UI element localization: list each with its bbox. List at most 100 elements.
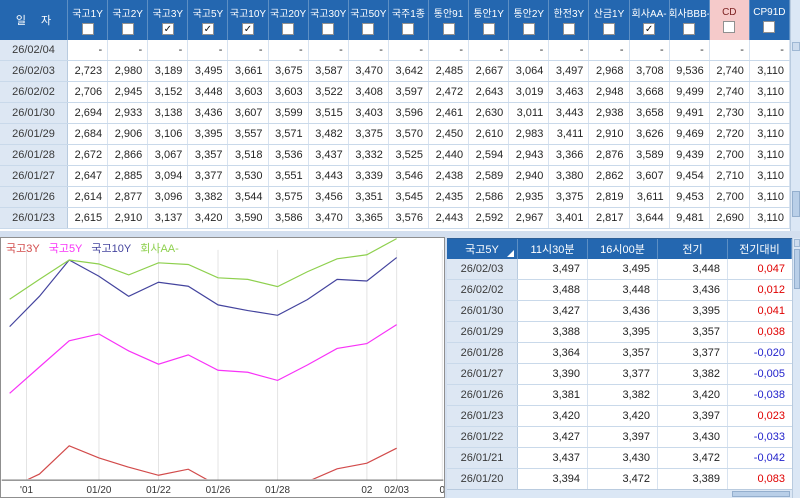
- right-table-vertical-scrollbar[interactable]: [792, 238, 800, 498]
- column-header-국고2Y[interactable]: 국고2Y: [108, 0, 148, 40]
- column-header-prev[interactable]: 전기: [658, 239, 728, 259]
- column-header-CP91D[interactable]: CP91D: [750, 0, 790, 40]
- checkbox-unchecked-icon[interactable]: [723, 21, 735, 33]
- value-cell-1600: 3,495: [588, 259, 658, 279]
- date-cell: 26/02/02: [0, 82, 68, 102]
- value-cell-1130: 3,364: [518, 343, 588, 363]
- checkbox-unchecked-icon[interactable]: [763, 21, 775, 33]
- column-header-1600[interactable]: 16시00분: [588, 239, 658, 259]
- right-table-horizontal-scrollbar[interactable]: [447, 489, 792, 498]
- value-cell: 3,644: [630, 208, 670, 228]
- value-cell: 2,968: [589, 61, 629, 81]
- column-label: 국고10Y: [230, 5, 266, 20]
- column-header-통안91[interactable]: 통안91: [429, 0, 469, 40]
- column-header-국고20Y[interactable]: 국고20Y: [269, 0, 309, 40]
- checkbox-unchecked-icon[interactable]: [82, 23, 94, 35]
- left-table-scrollbar[interactable]: [790, 0, 800, 231]
- column-header-1130[interactable]: 11시30분: [518, 239, 588, 259]
- column-header-국고1Y[interactable]: 국고1Y: [68, 0, 108, 40]
- value-cell: 3,571: [269, 124, 309, 144]
- date-cell: 26/01/30: [0, 103, 68, 123]
- series-line-국고3Y: [10, 446, 397, 497]
- value-cell: 2,877: [108, 187, 148, 207]
- checkbox-unchecked-icon[interactable]: [282, 23, 294, 35]
- checkbox-unchecked-icon[interactable]: [563, 23, 575, 35]
- column-header-국고5Y[interactable]: 국고5Y✓: [188, 0, 228, 40]
- scroll-up-icon[interactable]: [792, 42, 800, 51]
- checkbox-unchecked-icon[interactable]: [683, 23, 695, 35]
- checkbox-checked-icon[interactable]: ✓: [202, 23, 214, 35]
- scrollbar-thumb[interactable]: [794, 249, 800, 289]
- checkbox-unchecked-icon[interactable]: [523, 23, 535, 35]
- value-cell-prev: 3,377: [658, 343, 728, 363]
- value-cell: -: [429, 40, 469, 60]
- value-cell-prev: 3,382: [658, 364, 728, 384]
- yield-line-chart: 국고3Y 국고5Y 국고10Y 회사AA- '0101/2001/2201/26…: [0, 237, 445, 498]
- value-cell: 2,614: [68, 187, 108, 207]
- checkbox-unchecked-icon[interactable]: [402, 23, 414, 35]
- value-cell: -: [269, 40, 309, 60]
- value-cell: 3,570: [389, 124, 429, 144]
- scroll-up-icon[interactable]: [794, 239, 800, 247]
- table-row: 26/01/213,4373,4303,472-0,042: [447, 448, 792, 469]
- value-cell: -: [589, 40, 629, 60]
- date-column-header[interactable]: 일 자: [0, 0, 68, 40]
- value-cell: -: [750, 40, 790, 60]
- column-header-회사AA-[interactable]: 회사AA-✓: [630, 0, 670, 40]
- checkbox-unchecked-icon[interactable]: [122, 23, 134, 35]
- checkbox-checked-icon[interactable]: ✓: [242, 23, 254, 35]
- value-cell: 3,642: [389, 61, 429, 81]
- value-cell-1130: 3,420: [518, 406, 588, 426]
- scrollbar-thumb[interactable]: [792, 191, 800, 217]
- checkbox-unchecked-icon[interactable]: [443, 23, 455, 35]
- table-row: 26/01/223,4273,3973,430-0,033: [447, 427, 792, 448]
- checkbox-unchecked-icon[interactable]: [603, 23, 615, 35]
- change-cell: 0,012: [728, 280, 792, 300]
- value-cell: 3,411: [549, 124, 589, 144]
- column-header-CD[interactable]: CD: [710, 0, 750, 40]
- x-axis-tick-label: 01/20: [87, 485, 112, 496]
- column-header-통안1Y[interactable]: 통안1Y: [469, 0, 509, 40]
- value-cell: 3,366: [549, 145, 589, 165]
- value-cell: 3,546: [389, 166, 429, 186]
- value-cell: 3,626: [630, 124, 670, 144]
- table-row: 26/01/302,6942,9333,1383,4363,6073,5993,…: [0, 103, 790, 124]
- checkbox-checked-icon[interactable]: ✓: [643, 23, 655, 35]
- x-axis-tick-label: 01/22: [146, 485, 171, 496]
- date-cell: 26/01/23: [0, 208, 68, 228]
- column-label: 국고50Y: [350, 5, 386, 20]
- column-header-국주1종[interactable]: 국주1종: [389, 0, 429, 40]
- checkbox-unchecked-icon[interactable]: [483, 23, 495, 35]
- table-row: 26/01/263,3813,3823,420-0,038: [447, 385, 792, 406]
- column-header-국고30Y[interactable]: 국고30Y: [309, 0, 349, 40]
- column-header-국고50Y[interactable]: 국고50Y: [349, 0, 389, 40]
- sort-indicator-icon: [507, 250, 514, 257]
- column-header-통안2Y[interactable]: 통안2Y: [509, 0, 549, 40]
- value-cell: 2,643: [469, 82, 509, 102]
- value-cell: 2,730: [710, 103, 750, 123]
- checkbox-unchecked-icon[interactable]: [322, 23, 334, 35]
- column-header-change[interactable]: 전기대비: [728, 239, 792, 259]
- value-cell: 9,454: [670, 166, 710, 186]
- value-cell: 3,067: [148, 145, 188, 165]
- column-header-산금1Y[interactable]: 산금1Y: [589, 0, 629, 40]
- value-cell: 3,708: [630, 61, 670, 81]
- column-header-국고3Y[interactable]: 국고3Y✓: [148, 0, 188, 40]
- scrollbar-thumb[interactable]: [732, 491, 790, 497]
- value-cell: 2,700: [710, 145, 750, 165]
- value-cell: 9,481: [670, 208, 710, 228]
- value-cell: 2,945: [108, 82, 148, 102]
- checkbox-unchecked-icon[interactable]: [362, 23, 374, 35]
- value-cell: 3,557: [228, 124, 268, 144]
- column-header-국고10Y[interactable]: 국고10Y ✓: [228, 0, 268, 40]
- value-cell: 3,544: [228, 187, 268, 207]
- checkbox-checked-icon[interactable]: ✓: [162, 23, 174, 35]
- column-header-한전3Y[interactable]: 한전3Y: [549, 0, 589, 40]
- sort-column-header[interactable]: 국고5Y: [447, 239, 518, 259]
- column-header-회사BBB-[interactable]: 회사BBB-: [670, 0, 710, 40]
- value-cell: 9,536: [670, 61, 710, 81]
- sort-column-label: 국고5Y: [465, 241, 499, 257]
- table-row: 26/02/023,4883,4483,4360,012: [447, 280, 792, 301]
- change-cell: 0,041: [728, 301, 792, 321]
- date-cell: 26/01/26: [0, 187, 68, 207]
